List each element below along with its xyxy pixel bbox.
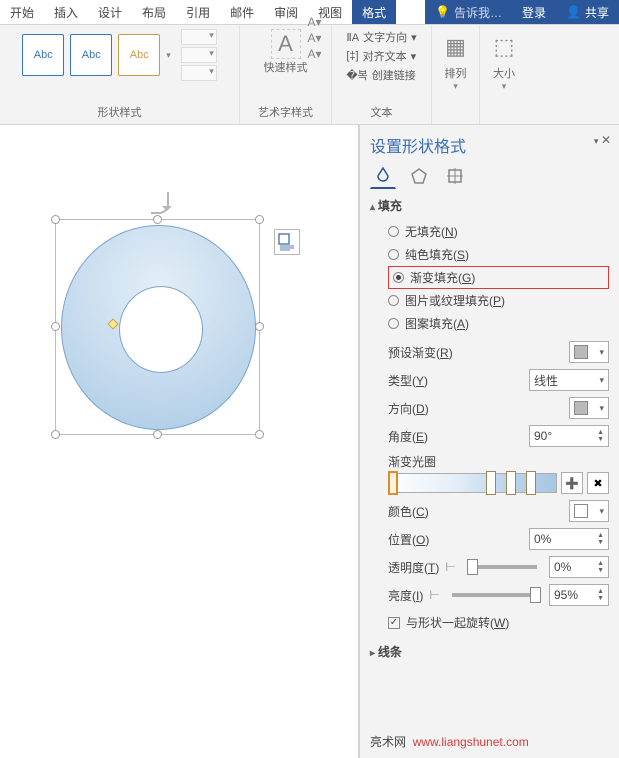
shape-fill-dropdown[interactable] [181, 29, 217, 45]
stop-position-spinner[interactable]: 0%▲▼ [529, 528, 609, 550]
resize-handle-br[interactable] [255, 430, 264, 439]
transparency-slider[interactable] [468, 565, 537, 569]
resize-handle-tr[interactable] [255, 215, 264, 224]
text-direction-button[interactable]: ⅡA文字方向▾ [346, 29, 416, 45]
stop-color-combo[interactable]: ▾ [569, 500, 609, 522]
watermark: 亮术网 www.liangshunet.com [370, 733, 529, 750]
tab-layout[interactable]: 布局 [132, 0, 176, 24]
share-icon: 👤 [566, 5, 581, 19]
link-icon: �복 [346, 67, 367, 83]
align-text-button[interactable]: [‡]对齐文本▾ [346, 48, 416, 64]
text-fill-icon[interactable]: A▾ [307, 15, 321, 29]
tab-references[interactable]: 引用 [176, 0, 220, 24]
layout-options-button[interactable] [274, 229, 300, 255]
shape-selection[interactable] [55, 219, 260, 435]
gradient-stop-4[interactable] [526, 471, 536, 495]
resize-handle-bl[interactable] [51, 430, 60, 439]
share-button[interactable]: 👤共享 [556, 0, 619, 24]
gradient-stops-bar[interactable] [388, 473, 557, 493]
tab-insert[interactable]: 插入 [44, 0, 88, 24]
brightness-spinner[interactable]: 95%▲▼ [549, 584, 609, 606]
gradient-direction-combo[interactable]: ▾ [569, 397, 609, 419]
resize-handle-mr[interactable] [255, 322, 264, 331]
size-label: 大小 [493, 65, 515, 81]
fill-none-radio[interactable]: 无填充(N) [388, 220, 609, 243]
gradient-stop-1[interactable] [388, 471, 398, 495]
fill-pattern-radio[interactable]: 图案填充(A) [388, 312, 609, 335]
tab-home[interactable]: 开始 [0, 0, 44, 24]
group-text: 文本 [371, 104, 393, 120]
ribbon: Abc Abc Abc ▾ 形状样式 A 快速样式 A▾ A▾ A▾ 艺术字样式… [0, 25, 619, 125]
gradient-stop-2[interactable] [486, 471, 496, 495]
text-effects-icon[interactable]: A▾ [307, 47, 321, 61]
fill-section-header[interactable]: 填充 [370, 197, 609, 214]
quick-styles-icon[interactable]: A [271, 29, 301, 59]
resize-handle-tm[interactable] [153, 215, 162, 224]
format-shape-pane: ✕ 设置形状格式 填充 无填充(N) 纯色填充(S) 渐变填充(G) 图片或纹理… [359, 125, 619, 758]
gallery-more-icon[interactable]: ▾ [166, 50, 171, 61]
tab-format[interactable]: 格式 [352, 0, 396, 24]
gradient-stops-label: 渐变光圈 [388, 453, 609, 470]
document-canvas[interactable] [0, 125, 359, 758]
text-outline-icon[interactable]: A▾ [307, 31, 321, 45]
shape-style-1[interactable]: Abc [22, 34, 64, 76]
fill-gradient-radio[interactable]: 渐变填充(G) [388, 266, 609, 289]
align-text-icon: [‡] [346, 50, 358, 62]
create-link-button[interactable]: �복创建链接 [346, 67, 416, 83]
arrange-label: 排列 [445, 65, 467, 81]
tab-mail[interactable]: 邮件 [220, 0, 264, 24]
fill-picture-radio[interactable]: 图片或纹理填充(P) [388, 289, 609, 312]
login-button[interactable]: 登录 [512, 0, 556, 24]
line-section-header[interactable]: 线条 [370, 643, 609, 660]
pane-close-button[interactable]: ✕ [594, 133, 611, 147]
resize-handle-tl[interactable] [51, 215, 60, 224]
fill-line-tab[interactable] [370, 163, 396, 189]
gradient-stop-3[interactable] [506, 471, 516, 495]
fill-solid-radio[interactable]: 纯色填充(S) [388, 243, 609, 266]
resize-handle-bm[interactable] [153, 430, 162, 439]
shape-effects-dropdown[interactable] [181, 65, 217, 81]
effects-tab[interactable] [406, 163, 432, 189]
arrange-icon[interactable]: ▦ [438, 29, 474, 65]
shape-outline-dropdown[interactable] [181, 47, 217, 63]
transparency-spinner[interactable]: 0%▲▼ [549, 556, 609, 578]
resize-handle-ml[interactable] [51, 322, 60, 331]
gradient-type-combo[interactable]: 线性▾ [529, 369, 609, 391]
group-shape-styles: 形状样式 [98, 104, 142, 120]
tab-design[interactable]: 设计 [88, 0, 132, 24]
add-stop-button[interactable]: ➕ [561, 472, 583, 494]
rotate-with-shape-checkbox[interactable]: ✓与形状一起旋转(W) [388, 614, 609, 631]
angle-spinner[interactable]: 90°▲▼ [529, 425, 609, 447]
tell-me[interactable]: 💡告诉我… [425, 0, 512, 24]
preset-gradient-combo[interactable]: ▾ [569, 341, 609, 363]
tab-review[interactable]: 审阅 [264, 0, 308, 24]
group-wordart: 艺术字样式 [258, 104, 313, 120]
size-properties-tab[interactable] [442, 163, 468, 189]
brightness-slider[interactable] [452, 593, 537, 597]
quick-styles-label: 快速样式 [264, 59, 308, 75]
donut-shape[interactable] [61, 225, 256, 430]
size-icon[interactable]: ⬚ [486, 29, 522, 65]
remove-stop-button[interactable]: ✖ [587, 472, 609, 494]
shape-style-3[interactable]: Abc [118, 34, 160, 76]
text-direction-icon: ⅡA [346, 31, 359, 44]
pane-title: 设置形状格式 [370, 133, 609, 157]
lightbulb-icon: 💡 [435, 5, 450, 19]
rotate-handle[interactable] [151, 192, 169, 214]
shape-style-2[interactable]: Abc [70, 34, 112, 76]
